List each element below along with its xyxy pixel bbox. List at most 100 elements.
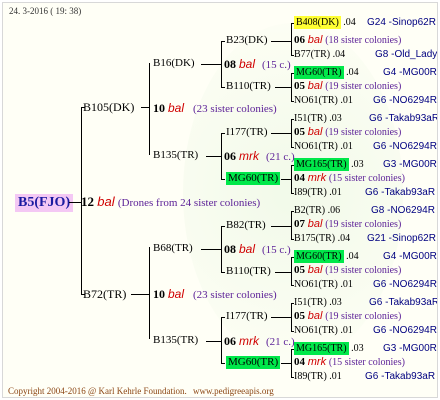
gen3-6-tick — [221, 317, 225, 318]
gen3-7-drone-info: 04 mrk (15 sister colonies) — [294, 356, 405, 368]
gen3-2-queen[interactable]: I177(TR) — [226, 127, 268, 138]
gen4-10-ref[interactable]: G4 -MG00R — [383, 252, 437, 262]
gen3-4-queen[interactable]: B82(TR) — [226, 220, 266, 231]
gen3-5-queen[interactable]: B110(TR) — [226, 266, 271, 277]
gen2-b68-queen[interactable]: B68(TR) — [153, 243, 193, 254]
gen4-6-ref[interactable]: G3 -MG00R — [383, 160, 437, 170]
gen3-6-drone-info: 05 bal (19 sister colonies) — [294, 310, 402, 322]
gen4-11-ref[interactable]: G6 -NO6294R — [373, 280, 437, 290]
gen4-0-queen[interactable]: B408(DK) — [294, 16, 341, 29]
gen4-14-queen[interactable]: MG165(TR) — [294, 342, 349, 355]
gen4-13-queen[interactable]: NO61(TR) — [294, 325, 338, 336]
gen3-2-connector — [271, 133, 291, 134]
gen4-7-ref[interactable]: G6 -Takab93aR — [365, 188, 435, 198]
gen3-7-queen[interactable]: MG60(TR) — [226, 356, 281, 369]
gen4-6-row: MG165(TR) .03 — [294, 158, 364, 171]
gen1-lower-queen[interactable]: B72(TR) — [83, 288, 126, 300]
gen1-lower-drone-info: 10 bal (23 sister colonies) — [153, 287, 277, 301]
gen4-1-ref[interactable]: G8 -Old_Lady — [375, 50, 437, 60]
root-queen[interactable]: B5(FJO) — [15, 194, 74, 212]
gen4-1-row: B77(TR) .04 — [294, 49, 346, 60]
gen3-0-queen[interactable]: B23(DK) — [226, 35, 268, 46]
gen3-2-drone-info: 05 bal (19 sister colonies) — [294, 126, 402, 138]
gen4-10-queen[interactable]: MG60(TR) — [294, 250, 344, 263]
gen3-3-branch — [291, 165, 292, 193]
gen4-13-ref[interactable]: G6 -NO6294R — [373, 326, 437, 336]
gen3-7-branch — [291, 349, 292, 377]
gen1-upper-connector — [141, 107, 149, 108]
gen2-b135a-queen[interactable]: B135(TR) — [153, 150, 198, 161]
gen3-0-branch — [291, 23, 292, 55]
gen3-3-connector — [281, 179, 291, 180]
gen4-5-queen[interactable]: NO61(TR) — [294, 141, 338, 152]
gen4-13-row: NO61(TR) .01 — [294, 325, 353, 336]
gen2-b68-drone-info: 08 bal (15 c.) — [224, 242, 291, 256]
gen2-b16-queen[interactable]: B16(DK) — [153, 58, 195, 69]
gen4-4-row: I51(TR) .03 — [294, 113, 342, 124]
gen1-upper-queen[interactable]: B105(DK) — [83, 101, 134, 113]
date-stamp: 24. 3-2016 ( 19: 38) — [9, 6, 82, 16]
gen3-6-queen[interactable]: I177(TR) — [226, 311, 268, 322]
gen2-b135b-branch — [221, 317, 222, 363]
gen4-9-row: B175(TR) .04 — [294, 233, 351, 244]
gen4-4-queen[interactable]: I51(TR) — [294, 113, 327, 124]
gen3-0-tick — [221, 41, 225, 42]
gen3-5-branch — [291, 257, 292, 285]
gen3-6-connector — [271, 317, 291, 318]
gen3-1-queen[interactable]: B110(TR) — [226, 81, 271, 92]
gen2-b16-branch — [221, 41, 222, 87]
gen3-5-drone-info: 05 bal (19 sister colonies) — [294, 264, 402, 276]
gen4-0-ref[interactable]: G24 -Sinop62R — [367, 18, 436, 28]
gen4-0-row: B408(DK) .04 — [294, 16, 356, 29]
gen3-1-branch — [291, 73, 292, 101]
gen3-4-branch — [291, 211, 292, 239]
gen3-5-connector — [275, 272, 291, 273]
gen4-14-ref[interactable]: G3 -MG00R — [383, 344, 437, 354]
gen3-1-drone-info: 05 bal (19 sister colonies) — [294, 80, 402, 92]
gen3-2-tick — [221, 133, 225, 134]
gen2-b135b-connector — [206, 341, 221, 342]
gen3-1-connector — [275, 87, 291, 88]
root-drone-info: 12 bal (Drones from 24 sister colonies) — [81, 194, 261, 209]
gen4-9-ref[interactable]: G21 -Sinop62R — [367, 234, 436, 244]
gen2-b135b-queen[interactable]: B135(TR) — [153, 335, 198, 346]
gen4-3-row: NO61(TR) .01 — [294, 95, 353, 106]
gen4-4-ref[interactable]: G6 -Takab93aR — [369, 114, 437, 124]
gen1-lower-connector — [131, 294, 149, 295]
gen2-b68-branch — [221, 226, 222, 272]
gen3-7-connector — [281, 363, 291, 364]
gen4-2-ref[interactable]: G4 -MG00R — [383, 68, 437, 78]
gen4-9-queen[interactable]: B175(TR) — [294, 233, 335, 244]
gen4-15-ref[interactable]: G6 -Takab93aR — [365, 372, 435, 382]
gen4-5-row: NO61(TR) .01 — [294, 141, 353, 152]
pedigree-frame: 24. 3-2016 ( 19: 38) B5(FJO) 12 bal (Dro… — [2, 2, 438, 398]
gen4-2-queen[interactable]: MG60(TR) — [294, 66, 344, 79]
gen4-11-queen[interactable]: NO61(TR) — [294, 279, 338, 290]
gen4-7-queen[interactable]: I89(TR) — [294, 187, 327, 198]
gen1-upper-drone-info: 10 bal (23 sister colonies) — [153, 101, 277, 115]
gen2-b135a-connector — [206, 156, 221, 157]
gen4-5-ref[interactable]: G6 -NO6294R — [373, 142, 437, 152]
gen4-6-queen[interactable]: MG165(TR) — [294, 158, 349, 171]
gen3-0-drone-info: 06 bal (18 sister colonies) — [294, 34, 402, 46]
gen3-7-tick — [221, 363, 225, 364]
gen4-8-queen[interactable]: B2(TR) — [294, 205, 325, 216]
gen4-12-row: I51(TR) .03 — [294, 297, 342, 308]
gen4-3-queen[interactable]: NO61(TR) — [294, 95, 338, 106]
root-connector — [69, 202, 81, 203]
gen4-11-row: NO61(TR) .01 — [294, 279, 353, 290]
gen4-15-row: I89(TR) .01 — [294, 371, 342, 382]
site-link[interactable]: www.pedigreeapis.org — [193, 386, 274, 396]
gen4-12-queen[interactable]: I51(TR) — [294, 297, 327, 308]
gen3-0-connector — [271, 41, 291, 42]
gen3-1-tick — [221, 87, 225, 88]
gen4-12-ref[interactable]: G6 -Takab93aR — [369, 298, 437, 308]
gen4-2-row: MG60(TR) .04 — [294, 66, 359, 79]
gen3-3-queen[interactable]: MG60(TR) — [226, 172, 281, 185]
gen3-3-drone-info: 04 mrk (15 sister colonies) — [294, 172, 405, 184]
gen4-3-ref[interactable]: G6 -NO6294R — [373, 96, 437, 106]
gen4-15-queen[interactable]: I89(TR) — [294, 371, 327, 382]
gen4-1-queen[interactable]: B77(TR) — [294, 49, 330, 60]
gen4-8-ref[interactable]: G8 -NO6294R — [371, 206, 435, 216]
gen1-upper-branch — [149, 63, 150, 155]
